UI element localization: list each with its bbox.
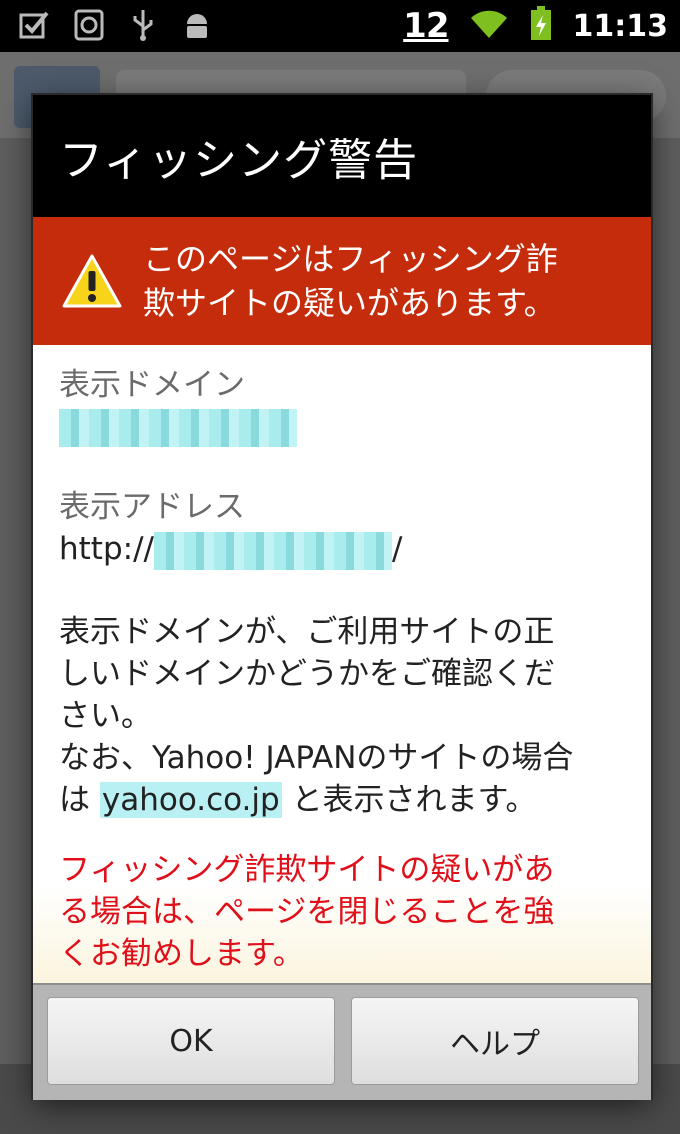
battery-icon [529,6,553,46]
sync-icon [72,8,106,42]
signal-strength-text: 12 [403,6,449,46]
warning-icon [62,254,122,308]
phishing-warning-dialog: フィッシング警告 このページはフィッシング詐 欺サイトの疑いがあります。 表示ド… [33,95,651,1100]
ok-button[interactable]: OK [47,997,335,1085]
address-redacted [153,531,392,570]
android-icon [180,8,214,42]
address-label: 表示アドレス [59,489,245,525]
usb-icon [126,8,160,42]
dialog-content: 表示ドメイン 表示アドレス http:/// 表示ドメインが、ご利用サイトの正 … [59,365,629,821]
checkbox-icon [18,8,52,42]
close-page-advice: フィッシング詐欺サイトの疑いがあ る場合は、ページを閉じることを強 くお勧めしま… [59,852,555,972]
help-button[interactable]: ヘルプ [351,997,639,1085]
dialog-title-bar: フィッシング警告 [33,95,651,217]
warning-message: このページはフィッシング詐 欺サイトの疑いがあります。 [143,240,558,322]
dialog-button-bar: OK ヘルプ [33,983,651,1100]
domain-check-paragraph: 表示ドメインが、ご利用サイトの正 しいドメインかどうかをご確認くだ さい。 なお… [59,614,574,818]
address-value: http:/// [59,527,629,571]
status-bar: 12 11:13 [0,0,680,52]
yahoo-domain-highlight: yahoo.co.jp [99,782,282,818]
dialog-title: フィッシング警告 [59,135,419,186]
notification-icons [18,8,214,42]
domain-label: 表示ドメイン [59,367,245,403]
clock: 11:13 [572,8,669,44]
domain-value-redacted [59,409,297,447]
warning-banner: このページはフィッシング詐 欺サイトの疑いがあります。 [33,217,651,345]
wifi-icon [469,8,509,44]
